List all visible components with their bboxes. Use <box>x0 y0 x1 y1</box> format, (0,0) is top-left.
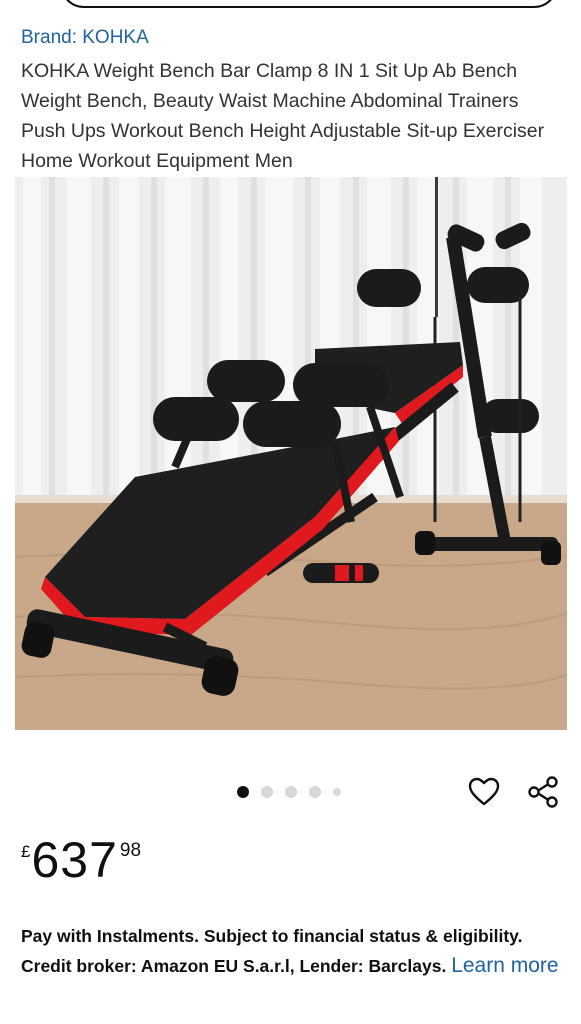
learn-more-link[interactable]: Learn more <box>451 954 558 977</box>
carousel-dot-4[interactable] <box>309 786 321 798</box>
carousel-dot-3[interactable] <box>285 786 297 798</box>
price-currency-symbol: £ <box>21 842 31 861</box>
brand-link[interactable]: Brand: KOHKA <box>21 27 149 49</box>
image-carousel-dots[interactable] <box>237 786 341 798</box>
carousel-dot-2[interactable] <box>261 786 273 798</box>
price-fraction: 98 <box>119 840 142 861</box>
carousel-dot-5[interactable] <box>333 788 341 796</box>
instalments-text: Pay with Instalments. Subject to financi… <box>21 926 523 976</box>
instalments-info: Pay with Instalments. Subject to financi… <box>21 921 569 981</box>
search-bar-edge[interactable] <box>60 0 558 8</box>
heart-icon[interactable] <box>466 774 502 810</box>
carousel-dot-1[interactable] <box>237 786 249 798</box>
price-whole: 637 <box>31 832 118 888</box>
product-image[interactable] <box>15 177 567 730</box>
price: £ 637 98 <box>21 834 141 886</box>
share-icon[interactable] <box>525 774 561 810</box>
product-title: KOHKA Weight Bench Bar Clamp 8 IN 1 Sit … <box>21 60 545 172</box>
